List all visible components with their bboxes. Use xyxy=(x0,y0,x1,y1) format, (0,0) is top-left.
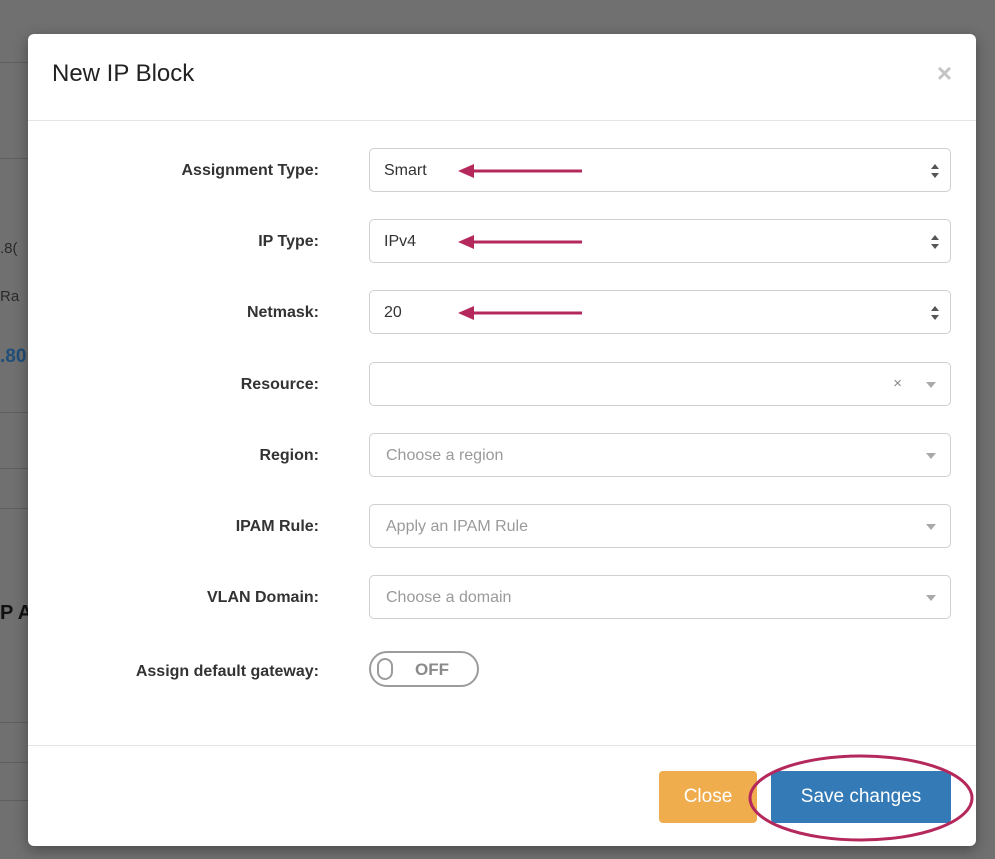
background-fragment: .8( xyxy=(0,240,18,257)
vlan-domain-row: VLAN Domain: Choose a domain xyxy=(28,575,976,621)
region-placeholder: Choose a region xyxy=(386,447,504,464)
modal-header: New IP Block × xyxy=(28,34,976,121)
ipam-rule-select[interactable]: Apply an IPAM Rule xyxy=(369,504,951,548)
chevron-down-icon xyxy=(926,524,936,530)
background-fragment: .80 xyxy=(0,346,27,367)
clear-icon[interactable]: × xyxy=(893,375,902,392)
background-fragment: Ra xyxy=(0,288,20,305)
chevron-down-icon xyxy=(926,382,936,388)
modal-title: New IP Block xyxy=(52,60,195,87)
vlan-domain-label: VLAN Domain: xyxy=(207,589,319,606)
assignment-type-row: Assignment Type: Smart xyxy=(28,148,976,194)
modal-footer: Close Save changes xyxy=(28,745,976,846)
default-gateway-toggle[interactable]: OFF xyxy=(369,651,479,687)
netmask-row: Netmask: 20 xyxy=(28,290,976,336)
arrow-left-icon xyxy=(458,164,582,178)
default-gateway-label: Assign default gateway: xyxy=(135,663,319,680)
ipam-rule-placeholder: Apply an IPAM Rule xyxy=(386,518,528,535)
updown-icon xyxy=(931,164,939,178)
ipam-rule-row: IPAM Rule: Apply an IPAM Rule xyxy=(28,504,976,550)
toggle-knob xyxy=(377,658,393,680)
close-button[interactable]: Close xyxy=(659,771,757,823)
ip-type-row: IP Type: IPv4 xyxy=(28,219,976,265)
ip-type-select[interactable]: IPv4 xyxy=(369,219,951,263)
vlan-domain-select[interactable]: Choose a domain xyxy=(369,575,951,619)
save-changes-button[interactable]: Save changes xyxy=(771,771,951,823)
chevron-down-icon xyxy=(926,453,936,459)
assignment-type-label: Assignment Type: xyxy=(181,162,320,179)
netmask-select[interactable]: 20 xyxy=(369,290,951,334)
ip-type-value: IPv4 xyxy=(384,233,417,250)
netmask-label: Netmask: xyxy=(246,304,319,321)
ip-type-label: IP Type: xyxy=(258,233,319,250)
default-gateway-row: Assign default gateway: OFF xyxy=(28,651,976,697)
assignment-type-value: Smart xyxy=(384,162,427,179)
updown-icon xyxy=(931,306,939,320)
toggle-state: OFF xyxy=(415,660,449,679)
resource-row: Resource: × xyxy=(28,362,976,408)
resource-select[interactable]: × xyxy=(369,362,951,406)
close-icon[interactable]: × xyxy=(937,60,952,86)
assignment-type-select[interactable]: Smart xyxy=(369,148,951,192)
region-row: Region: Choose a region xyxy=(28,433,976,479)
chevron-down-icon xyxy=(926,595,936,601)
vlan-domain-placeholder: Choose a domain xyxy=(386,589,512,606)
updown-icon xyxy=(931,235,939,249)
netmask-value: 20 xyxy=(384,304,402,321)
arrow-left-icon xyxy=(458,235,582,249)
resource-label: Resource: xyxy=(240,376,319,393)
ipam-rule-label: IPAM Rule: xyxy=(235,518,319,535)
new-ip-block-dialog: New IP Block × Assignment Type: Smart IP… xyxy=(28,34,976,846)
region-select[interactable]: Choose a region xyxy=(369,433,951,477)
arrow-left-icon xyxy=(458,306,582,320)
region-label: Region: xyxy=(259,447,319,464)
